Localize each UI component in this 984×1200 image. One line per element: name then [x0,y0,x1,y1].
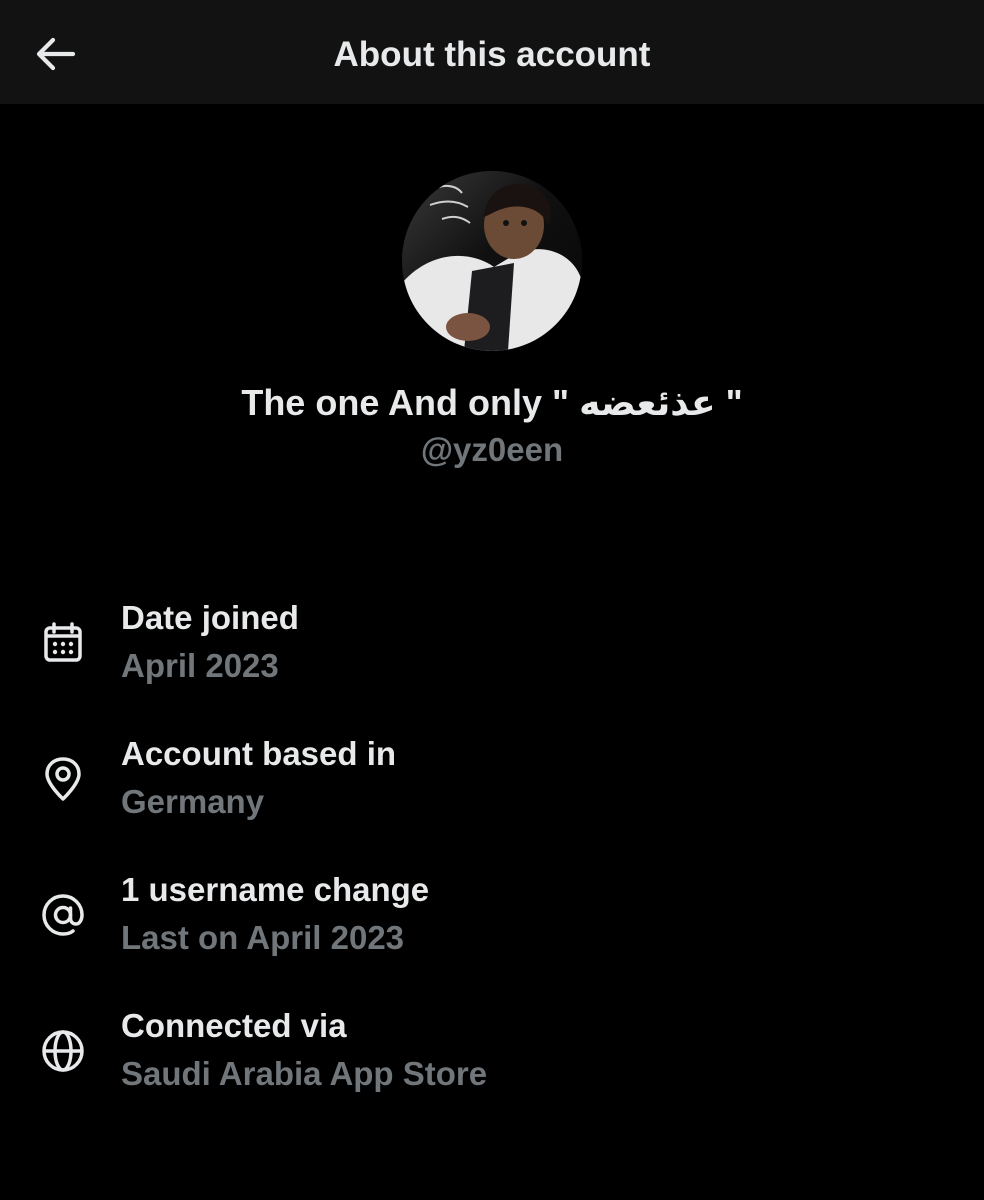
username-handle: @yz0een [420,431,564,468]
globe-icon [37,1025,89,1077]
at-sign-icon [37,889,89,941]
info-value: Saudi Arabia App Store [121,1055,488,1092]
info-row-username-change: 1 username change Last on April 2023 [0,869,984,969]
info-label: Account based in [121,735,397,772]
info-row-account-based-in: Account based in Germany [0,733,984,833]
header-bar: About this account [0,0,984,104]
display-name: The one And only " عذئعضه " [241,382,743,423]
info-label: Connected via [121,1007,347,1044]
info-label: 1 username change [121,871,430,908]
info-row-date-joined: Date joined April 2023 [0,597,984,697]
avatar[interactable] [402,171,582,351]
calendar-icon [37,617,89,669]
info-value: Germany [121,783,265,820]
info-value: Last on April 2023 [121,919,405,956]
info-row-connected-via: Connected via Saudi Arabia App Store [0,1005,984,1105]
info-value: April 2023 [121,647,279,684]
info-label: Date joined [121,599,299,636]
page-title: About this account [333,35,651,74]
location-pin-icon [37,753,89,805]
avatar-image [402,171,582,351]
